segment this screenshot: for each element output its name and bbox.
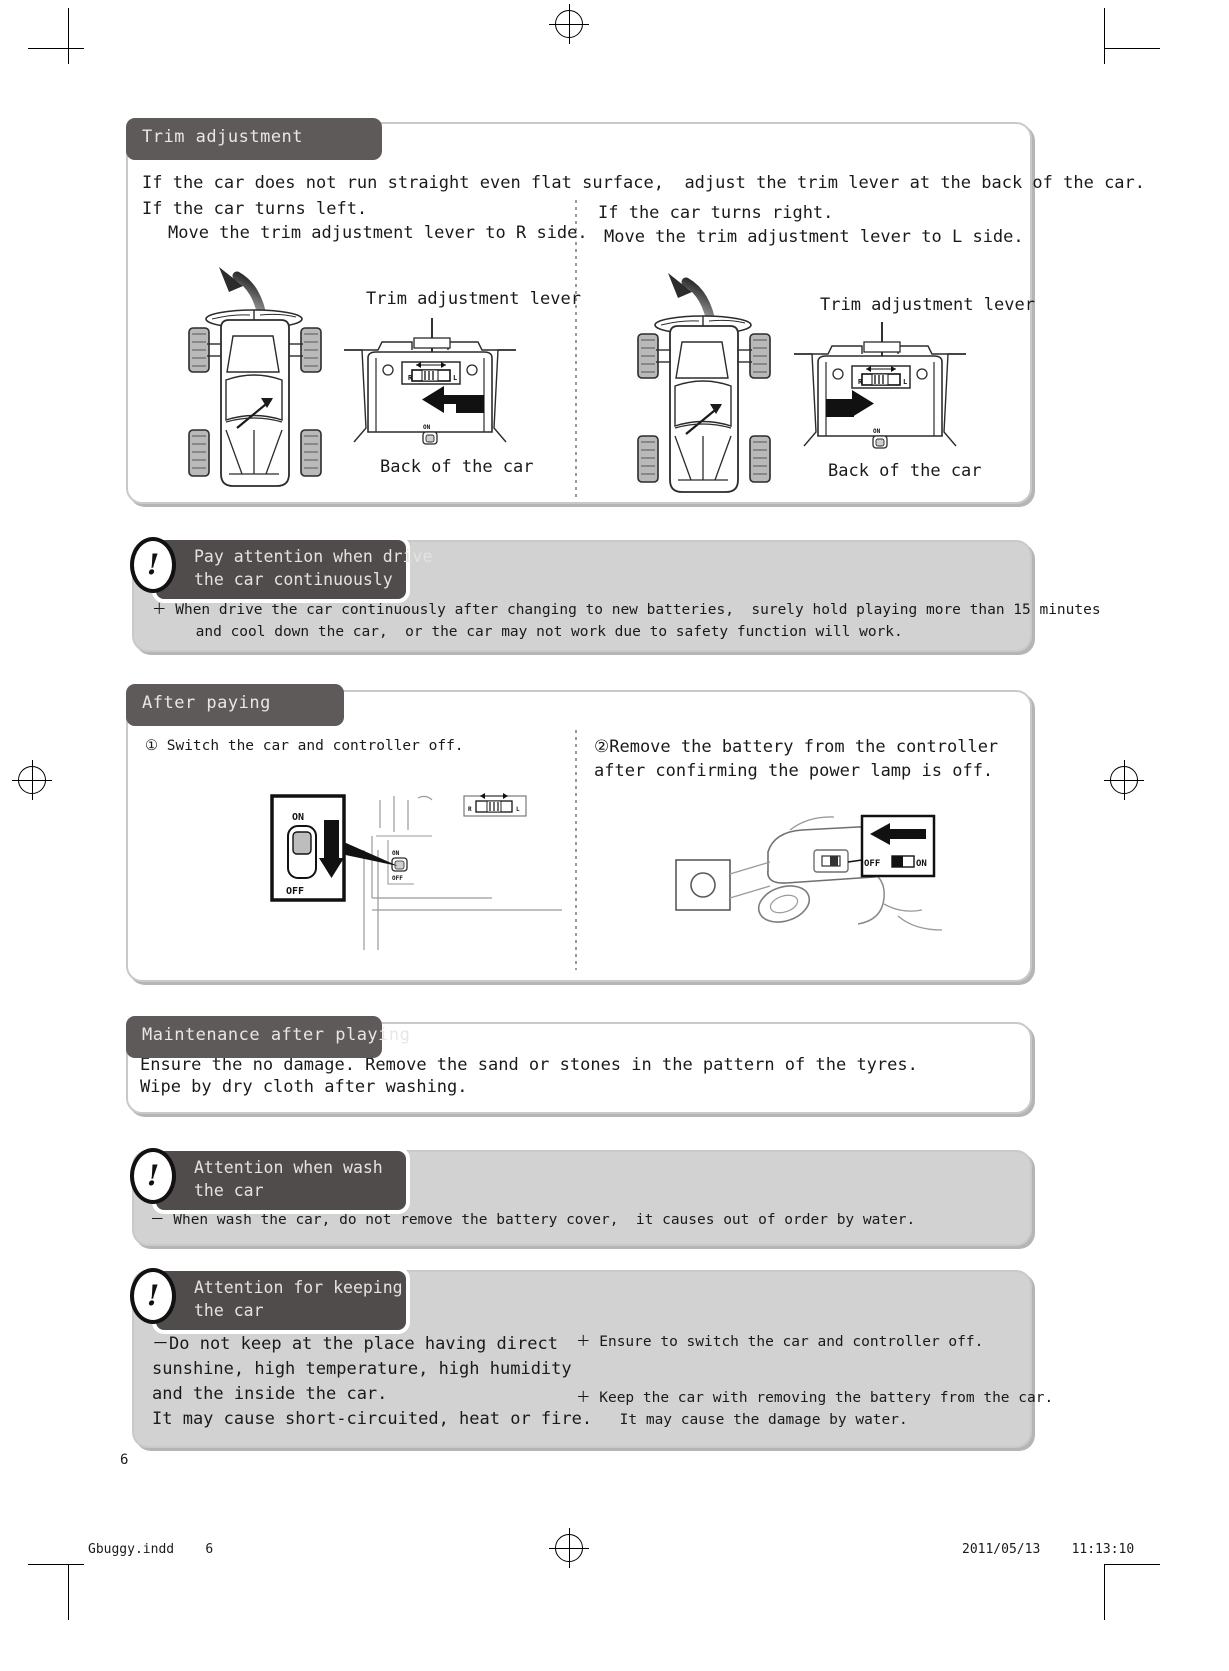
manual-page: Trim adjustment If the car does not run … [0, 0, 1229, 1671]
trim-left-back-caption: Back of the car [380, 457, 534, 477]
warning-continuous-body-line1: ＋ When drive the car continuously after … [152, 602, 1101, 618]
trim-intro-text: If the car does not run straight even fl… [142, 173, 1146, 193]
page-number: 6 [120, 1452, 129, 1468]
trim-left-condition: If the car turns left. [142, 199, 368, 219]
car-top-view-right-illustration [634, 268, 774, 508]
warning-exclamation-glyph-1: ! [146, 547, 160, 581]
after-paying-step1-text: ① Switch the car and controller off. [145, 738, 464, 754]
car-power-switch-illustration: R L ON OFF ON OFF [268, 790, 568, 950]
maintenance-header: Maintenance after playing [126, 1016, 410, 1058]
svg-text:ON: ON [392, 850, 400, 857]
warning-wash-label: Attention when wash the car [152, 1147, 410, 1214]
footer-filename: Gbuggy.indd 6 [88, 1542, 214, 1557]
trim-lever-right-mark-right: L [903, 378, 907, 386]
footer-timestamp: 2011/05/13 11:13:10 [962, 1542, 1135, 1557]
warning-exclamation-glyph-2: ! [146, 1158, 160, 1192]
car-power-switch-on-label-right: ON [873, 428, 881, 435]
warning-keep-left-body: －Do not keep at the place having direct … [152, 1334, 593, 1430]
after-paying-header: After paying [126, 684, 344, 726]
warning-exclamation-glyph-3: ! [146, 1278, 160, 1312]
trim-right-condition: If the car turns right. [598, 203, 834, 223]
trim-adjustment-header: Trim adjustment [126, 118, 382, 160]
trim-lever-right-mark-left: L [453, 374, 457, 382]
trim-left-instruction: Move the trim adjustment lever to R side… [168, 223, 588, 243]
controller-switch-off-label: OFF [864, 859, 880, 869]
warning-exclamation-icon-2: ! [130, 1148, 176, 1204]
car-top-view-left-illustration [185, 262, 325, 502]
warning-exclamation-icon-3: ! [130, 1268, 176, 1324]
warning-keep-label: Attention for keeping the car [152, 1267, 410, 1334]
svg-text:OFF: OFF [392, 875, 403, 882]
svg-text:L: L [516, 806, 520, 813]
controller-switch-on-label: ON [916, 859, 927, 869]
after-paying-step2-line1: ②Remove the battery from the controller [594, 737, 999, 757]
maintenance-line2: Wipe by dry cloth after washing. [140, 1077, 468, 1097]
magnified-switch-on-label: ON [292, 812, 304, 823]
magnified-switch-off-label: OFF [286, 886, 304, 897]
controller-power-illustration: OFF ON [670, 800, 970, 970]
trim-right-back-caption: Back of the car [828, 461, 982, 481]
warning-exclamation-icon-1: ! [130, 537, 176, 593]
trim-right-lever-caption: Trim adjustment lever [820, 295, 1035, 315]
trim-right-instruction: Move the trim adjustment lever to L side… [604, 227, 1024, 247]
svg-text:R: R [468, 806, 472, 813]
car-rear-detail-right-illustration: R L ON [790, 320, 970, 460]
warning-keep-right-body1: ＋ Ensure to switch the car and controlle… [576, 1334, 984, 1350]
warning-keep-right-body2: ＋ Keep the car with removing the battery… [576, 1390, 1054, 1428]
trim-left-lever-caption: Trim adjustment lever [366, 289, 581, 309]
warning-continuous-body-line2: and cool down the car, or the car may no… [152, 624, 903, 640]
after-paying-divider [575, 730, 577, 970]
warning-continuous-label: Pay attention when drive the car continu… [152, 536, 432, 603]
after-paying-step2-line2: after confirming the power lamp is off. [594, 761, 994, 781]
car-rear-detail-left-illustration: R L ON [340, 316, 520, 456]
car-power-switch-on-label-left: ON [423, 424, 431, 431]
